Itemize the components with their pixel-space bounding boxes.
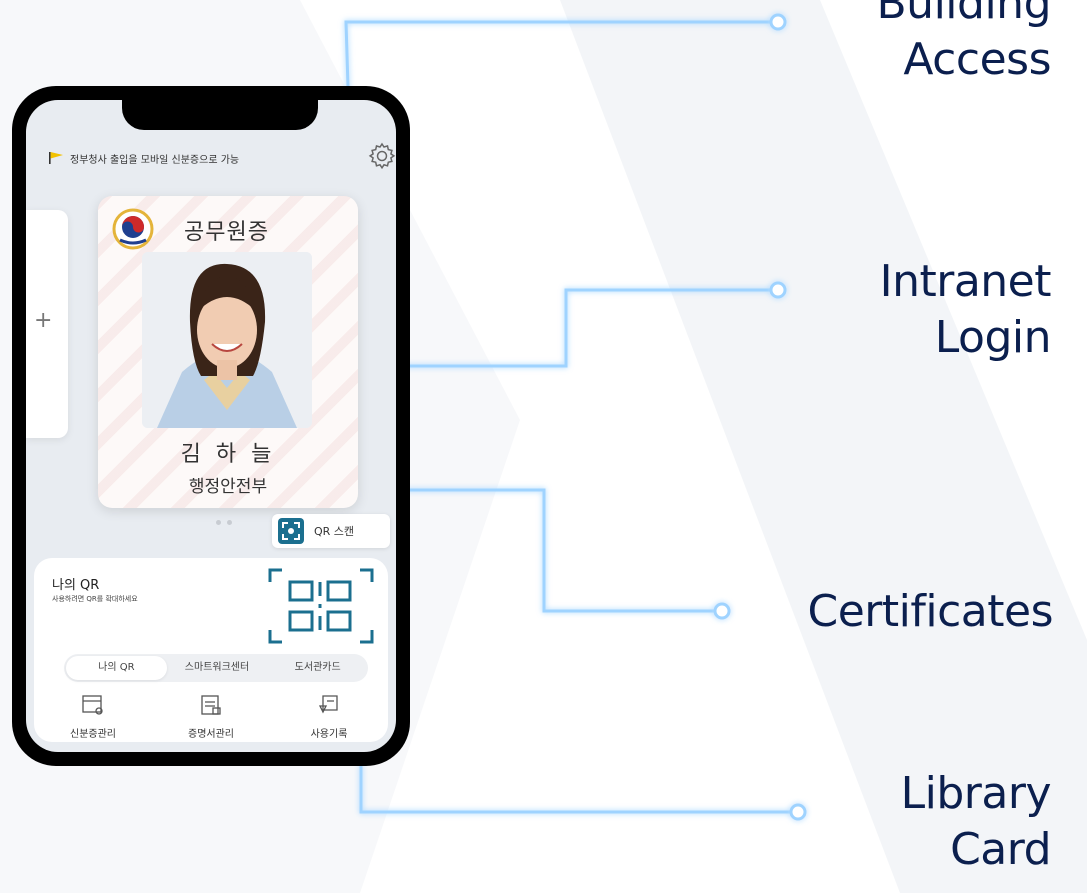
flag-icon <box>49 152 63 164</box>
notice-banner[interactable]: 정부청사 출입을 모바일 신분증으로 가능 <box>48 148 336 168</box>
connector-node-certificates-end <box>713 602 731 620</box>
history-icon <box>318 695 338 714</box>
label-building-line2: Access <box>903 34 1051 85</box>
qr-scan-label: QR 스캔 <box>314 525 355 538</box>
label-library-card: Library Card <box>900 766 1052 878</box>
id-photo <box>142 252 312 428</box>
phone-mockup: 정부청사 출입을 모바일 신분증으로 가능 + 공무원증 김 하 늘 행정안전부… <box>12 86 410 766</box>
label-building-access: Building Access <box>877 0 1052 88</box>
connector-building <box>344 20 778 153</box>
carousel-dot <box>227 520 232 525</box>
previous-card-peek[interactable]: + <box>26 210 68 438</box>
tab-smartwork-center[interactable]: 스마트워크센터 <box>167 656 268 680</box>
connector-certificates <box>364 488 722 613</box>
my-qr-title: 나의 QR <box>52 578 100 593</box>
carousel-dot <box>216 520 221 525</box>
holder-name: 김 하 늘 <box>180 442 276 467</box>
certificate-icon <box>201 695 221 715</box>
qr-code-icon[interactable] <box>266 566 376 646</box>
bottom-panel: 나의 QR 사용하려면 QR를 확대하세요 나의 QR 스마트워크센터 도서관카… <box>34 558 388 742</box>
civil-servant-id-card[interactable]: 공무원증 김 하 늘 행정안전부 <box>98 196 358 508</box>
connector-intranet <box>360 288 778 368</box>
connector-library <box>359 716 798 814</box>
menu-usage-history[interactable]: 사용기록 <box>279 694 379 741</box>
label-certificates-text: Certificates <box>807 586 1054 637</box>
add-card-plus: + <box>34 308 53 333</box>
menu-id-management[interactable]: 신분증관리 <box>43 694 143 741</box>
menu-label: 사용기록 <box>310 729 348 740</box>
label-certificates: Certificates <box>807 584 1054 640</box>
qr-tabs: 나의 QR 스마트워크센터 도서관카드 <box>64 654 368 682</box>
phone-notch <box>122 100 318 130</box>
my-qr-subtitle: 사용하려면 QR를 확대하세요 <box>52 595 138 603</box>
bottom-menu: 신분증관리 증명서관리 사용기록 <box>34 694 388 741</box>
label-building-line1: Building <box>876 0 1052 29</box>
portrait-image <box>142 252 312 428</box>
holder-department: 행정안전부 <box>188 477 268 497</box>
menu-label: 신분증관리 <box>70 729 116 740</box>
card-title: 공무원증 <box>184 220 269 245</box>
qr-scan-button[interactable]: QR 스캔 <box>272 514 390 548</box>
tab-my-qr[interactable]: 나의 QR <box>66 656 167 680</box>
connector-node-intranet-end <box>769 281 787 299</box>
label-intranet-login: Intranet Login <box>879 254 1052 366</box>
connector-node-library-end <box>789 803 807 821</box>
menu-label: 증명서관리 <box>188 729 234 740</box>
menu-certificate-management[interactable]: 증명서관리 <box>161 694 261 741</box>
label-library-line1: Library <box>900 768 1052 819</box>
label-intranet-line1: Intranet <box>879 256 1052 307</box>
government-emblem-icon <box>112 208 154 250</box>
phone-screen: 정부청사 출입을 모바일 신분증으로 가능 + 공무원증 김 하 늘 행정안전부… <box>26 100 396 752</box>
gear-icon[interactable] <box>366 140 396 172</box>
tab-library-card[interactable]: 도서관카드 <box>267 656 368 680</box>
connector-node-building-end <box>769 13 787 31</box>
label-intranet-line2: Login <box>934 312 1052 363</box>
notice-text: 정부청사 출입을 모바일 신분증으로 가능 <box>70 154 240 166</box>
label-library-line2: Card <box>950 824 1051 875</box>
id-card-icon <box>82 695 103 715</box>
carousel-dots <box>216 520 232 525</box>
scan-icon <box>278 518 304 544</box>
